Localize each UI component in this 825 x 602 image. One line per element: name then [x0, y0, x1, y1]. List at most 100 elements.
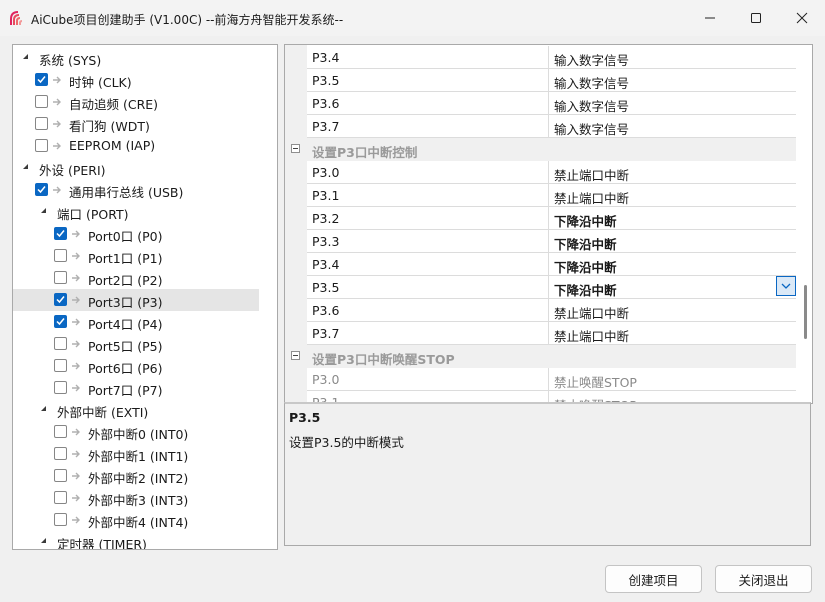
property-value-cell[interactable]: 输入数字信号 — [549, 92, 796, 115]
tree-item[interactable]: Port6口 (P6) — [13, 355, 259, 377]
property-name: P3.3 — [312, 234, 340, 249]
tree-checkbox[interactable] — [35, 95, 48, 108]
grid-row[interactable]: P3.5 下降沿中断 — [307, 276, 796, 299]
grid-row[interactable]: P3.4 下降沿中断 — [307, 253, 796, 276]
value-dropdown-button[interactable] — [776, 276, 796, 296]
arrow-right-icon — [72, 428, 80, 436]
property-value-cell[interactable]: 禁止端口中断 — [549, 322, 796, 345]
property-value-cell[interactable]: 禁止端口中断 — [549, 161, 796, 184]
tree-item[interactable]: Port0口 (P0) — [13, 223, 259, 245]
tree-checkbox[interactable] — [54, 227, 67, 240]
module-tree[interactable]: 系统 (SYS) 时钟 (CLK) 自动追频 (CRE) 看门狗 (WDT) EEPRO… — [12, 44, 278, 550]
property-name-cell[interactable]: P3.0 — [307, 368, 549, 391]
grid-row[interactable]: P3.7 输入数字信号 — [307, 115, 796, 138]
tree-checkbox[interactable] — [54, 513, 67, 526]
grid-row[interactable]: P3.3 下降沿中断 — [307, 230, 796, 253]
property-grid[interactable]: P3.4 输入数字信号 P3.5 输入数字信号 P3.6 输入数字信号 P3.7 输入数字信号… — [284, 44, 813, 404]
tree-item[interactable]: Port3口 (P3) — [13, 289, 259, 311]
tree-item[interactable]: 外部中断0 (INT0) — [13, 421, 259, 443]
expanded-triangle-icon[interactable] — [21, 52, 31, 62]
property-name-cell[interactable]: P3.4 — [307, 46, 549, 69]
tree-item[interactable]: EEPROM (IAP) — [13, 135, 259, 157]
property-value-cell[interactable]: 下降沿中断 — [549, 230, 796, 253]
tree-item[interactable]: 外部中断 (EXTI) — [13, 399, 259, 421]
grid-row[interactable]: P3.0 禁止唤醒STOP — [307, 368, 796, 391]
tree-checkbox[interactable] — [35, 139, 48, 152]
grid-category[interactable]: 设置P3口中断控制 — [285, 138, 796, 161]
grid-scrollbar[interactable] — [804, 285, 807, 339]
property-name-cell[interactable]: P3.3 — [307, 230, 549, 253]
tree-checkbox[interactable] — [54, 469, 67, 482]
property-name-cell[interactable]: P3.4 — [307, 253, 549, 276]
tree-item[interactable]: 定时器 (TIMER) — [13, 531, 259, 549]
tree-item[interactable]: 时钟 (CLK) — [13, 69, 259, 91]
property-value-cell[interactable]: 下降沿中断 — [549, 253, 796, 276]
collapse-minus-icon[interactable] — [291, 351, 300, 360]
grid-category[interactable]: 设置P3口中断唤醒STOP — [285, 345, 796, 368]
property-value-cell[interactable]: 下降沿中断 — [549, 207, 796, 230]
tree-item[interactable]: 端口 (PORT) — [13, 201, 259, 223]
tree-item[interactable]: Port7口 (P7) — [13, 377, 259, 399]
tree-item[interactable]: Port1口 (P1) — [13, 245, 259, 267]
create-project-button[interactable]: 创建项目 — [605, 565, 702, 593]
collapse-minus-icon[interactable] — [291, 144, 300, 153]
tree-item[interactable]: 系统 (SYS) — [13, 47, 259, 69]
property-value-cell[interactable]: 禁止唤醒STOP — [549, 368, 796, 391]
property-name-cell[interactable]: P3.5 — [307, 69, 549, 92]
property-name-cell[interactable]: P3.6 — [307, 92, 549, 115]
property-name-cell[interactable]: P3.1 — [307, 184, 549, 207]
expanded-triangle-icon[interactable] — [39, 404, 49, 414]
tree-checkbox[interactable] — [35, 117, 48, 130]
property-name-cell[interactable]: P3.2 — [307, 207, 549, 230]
tree-item[interactable]: 看门狗 (WDT) — [13, 113, 259, 135]
tree-item[interactable]: 外部中断4 (INT4) — [13, 509, 259, 531]
property-value-cell[interactable]: 下降沿中断 — [549, 276, 796, 299]
tree-item[interactable]: 自动追频 (CRE) — [13, 91, 259, 113]
property-name-cell[interactable]: P3.5 — [307, 276, 549, 299]
tree-checkbox[interactable] — [54, 271, 67, 284]
expanded-triangle-icon[interactable] — [21, 162, 31, 172]
property-value-cell[interactable]: 输入数字信号 — [549, 115, 796, 138]
grid-row[interactable]: P3.1 禁止端口中断 — [307, 184, 796, 207]
tree-checkbox[interactable] — [35, 73, 48, 86]
tree-item[interactable]: 通用串行总线 (USB) — [13, 179, 259, 201]
tree-checkbox[interactable] — [54, 491, 67, 504]
grid-row[interactable]: P3.0 禁止端口中断 — [307, 161, 796, 184]
tree-item[interactable]: Port5口 (P5) — [13, 333, 259, 355]
tree-checkbox[interactable] — [54, 293, 67, 306]
tree-checkbox[interactable] — [54, 425, 67, 438]
tree-item[interactable]: 外设 (PERI) — [13, 157, 259, 179]
minimize-button[interactable] — [687, 0, 733, 36]
tree-checkbox[interactable] — [54, 315, 67, 328]
tree-item[interactable]: 外部中断3 (INT3) — [13, 487, 259, 509]
grid-row[interactable]: P3.6 禁止端口中断 — [307, 299, 796, 322]
expanded-triangle-icon[interactable] — [39, 536, 49, 546]
grid-row[interactable]: P3.5 输入数字信号 — [307, 69, 796, 92]
property-name-cell[interactable]: P3.7 — [307, 115, 549, 138]
close-exit-button[interactable]: 关闭退出 — [715, 565, 812, 593]
property-name-cell[interactable]: P3.0 — [307, 161, 549, 184]
tree-checkbox[interactable] — [54, 249, 67, 262]
close-button[interactable] — [779, 0, 825, 36]
grid-row[interactable]: P3.6 输入数字信号 — [307, 92, 796, 115]
property-name-cell[interactable]: P3.6 — [307, 299, 549, 322]
grid-row[interactable]: P3.4 输入数字信号 — [307, 46, 796, 69]
tree-checkbox[interactable] — [54, 381, 67, 394]
maximize-button[interactable] — [733, 0, 779, 36]
tree-checkbox[interactable] — [54, 359, 67, 372]
property-value-cell[interactable]: 输入数字信号 — [549, 69, 796, 92]
tree-item[interactable]: Port2口 (P2) — [13, 267, 259, 289]
property-value-cell[interactable]: 禁止端口中断 — [549, 184, 796, 207]
tree-item[interactable]: 外部中断1 (INT1) — [13, 443, 259, 465]
tree-item[interactable]: Port4口 (P4) — [13, 311, 259, 333]
property-value-cell[interactable]: 禁止端口中断 — [549, 299, 796, 322]
grid-row[interactable]: P3.7 禁止端口中断 — [307, 322, 796, 345]
property-value-cell[interactable]: 输入数字信号 — [549, 46, 796, 69]
tree-checkbox[interactable] — [54, 447, 67, 460]
grid-row[interactable]: P3.2 下降沿中断 — [307, 207, 796, 230]
expanded-triangle-icon[interactable] — [39, 206, 49, 216]
tree-checkbox[interactable] — [54, 337, 67, 350]
property-name-cell[interactable]: P3.7 — [307, 322, 549, 345]
tree-checkbox[interactable] — [35, 183, 48, 196]
tree-item[interactable]: 外部中断2 (INT2) — [13, 465, 259, 487]
